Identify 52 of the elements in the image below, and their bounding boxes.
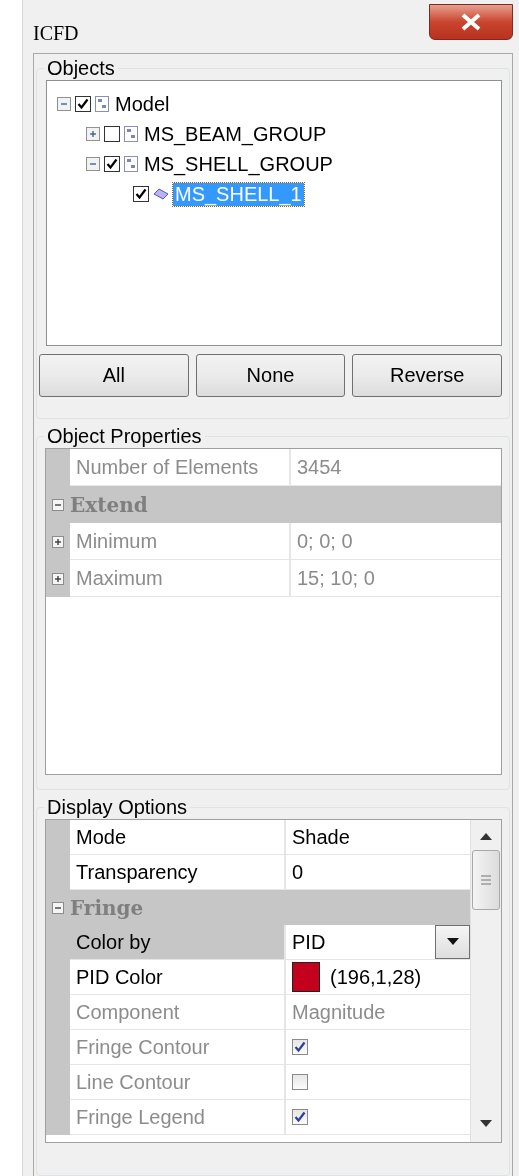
close-icon <box>460 13 482 31</box>
document-icon <box>124 126 138 142</box>
property-name: Transparency <box>70 855 286 890</box>
caret-icon <box>446 938 459 946</box>
scrollbar[interactable] <box>470 820 501 1142</box>
grip-icon <box>480 875 492 885</box>
select-button[interactable]: All <box>39 354 189 397</box>
document-icon <box>124 156 138 172</box>
category-label: Extend <box>70 492 148 517</box>
value-text: 0 <box>292 860 304 884</box>
group-title: Object Properties <box>46 425 203 448</box>
checkbox[interactable] <box>75 96 91 112</box>
scrollbar-thumb[interactable] <box>472 850 500 910</box>
checkbox[interactable] <box>104 156 120 172</box>
checkbox[interactable] <box>133 186 149 202</box>
value-text: 0; 0; 0 <box>297 529 353 553</box>
property-name: PID Color <box>70 960 286 995</box>
tree-item[interactable]: MS_BEAM_GROUP <box>142 122 329 146</box>
value-text: Shade <box>292 825 350 849</box>
checkbox[interactable] <box>104 126 120 142</box>
color-swatch[interactable] <box>292 962 320 992</box>
expand-toggle[interactable] <box>86 127 100 141</box>
property-name: Color by <box>70 925 286 960</box>
select-button[interactable]: Reverse <box>352 354 502 397</box>
select-button[interactable]: None <box>195 354 346 397</box>
property-name: Line Contour <box>70 1065 286 1100</box>
collapse-toggle[interactable] <box>52 901 64 914</box>
property-name: Mode <box>70 820 286 855</box>
collapse-toggle[interactable] <box>57 97 71 111</box>
value-text: (196,1,28) <box>330 965 422 989</box>
property-name: Minimum <box>70 523 291 560</box>
category-label: Fringe <box>70 895 144 920</box>
tree-item[interactable]: Model <box>113 92 172 116</box>
property-name: Maximum <box>70 560 291 597</box>
property-name: Number of Elements <box>70 449 291 486</box>
group-title: Display Options <box>46 796 189 819</box>
dropdown-button[interactable] <box>435 925 470 959</box>
value-text: PID <box>292 930 326 954</box>
window-title: ICFD <box>33 22 79 45</box>
collapse-toggle[interactable] <box>86 157 100 171</box>
value-text: 15; 10; 0 <box>297 566 375 590</box>
close-button[interactable] <box>429 4 513 40</box>
value-text: 3454 <box>297 455 342 479</box>
diamond-icon <box>153 188 169 200</box>
value-text: Magnitude <box>292 1000 386 1024</box>
group-title: Objects <box>46 57 116 80</box>
property-name: Component <box>70 995 286 1030</box>
property-name: Fringe Contour <box>70 1030 286 1065</box>
property-name: Fringe Legend <box>70 1100 286 1135</box>
tree-item[interactable]: MS_SHELL_GROUP <box>142 152 335 176</box>
collapse-toggle[interactable] <box>52 498 64 511</box>
document-icon <box>95 96 109 112</box>
